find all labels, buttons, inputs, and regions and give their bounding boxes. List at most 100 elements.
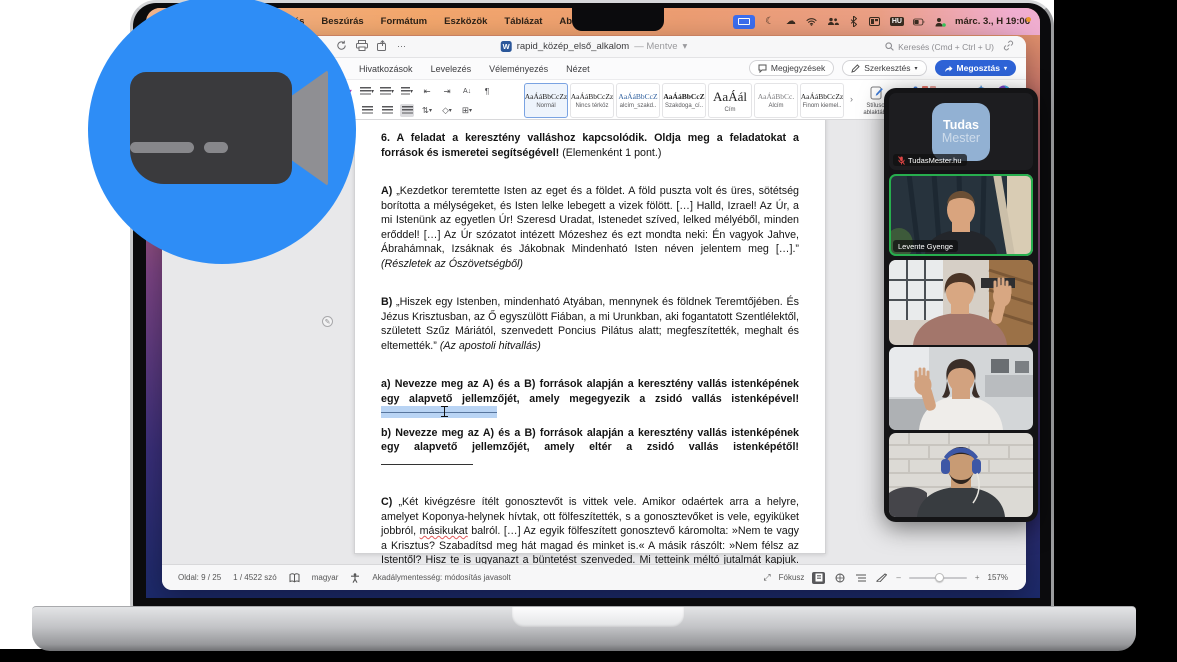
- menu-bar-clock[interactable]: márc. 3., H 19:06: [955, 16, 1030, 27]
- style-sample: AaÁáBbCcZz: [525, 92, 567, 101]
- style-finom-kiemel-[interactable]: AaÁáBbCcZzFinom kiemel..: [800, 83, 844, 118]
- zoom-slider-knob[interactable]: [935, 573, 944, 582]
- doc-paragraph-5: b) Nevezze meg az A) és a B) források al…: [381, 426, 799, 470]
- autosave-sync-icon[interactable]: [336, 40, 347, 53]
- doc-paragraph-3: B) „Hiszek egy Istenben, mindenható Atyá…: [381, 295, 799, 353]
- menu-item-4[interactable]: Eszközök: [444, 16, 487, 27]
- print-layout-view-button[interactable]: [812, 572, 825, 584]
- search-box[interactable]: Keresés (Cmd + Ctrl + U): [885, 42, 994, 52]
- answer-blank-selected[interactable]: [381, 406, 497, 418]
- align-center-button[interactable]: [360, 104, 374, 117]
- align-right-button[interactable]: [380, 104, 394, 117]
- bluetooth-icon[interactable]: [848, 16, 860, 28]
- participant-tile-4[interactable]: [889, 347, 1033, 430]
- focus-expand-icon[interactable]: ⤢: [763, 572, 770, 583]
- styles-pane-icon: [870, 85, 885, 100]
- tudasmester-logo: Tudas Mester: [932, 103, 990, 161]
- justify-button[interactable]: [400, 104, 414, 117]
- document-page[interactable]: 6. A feladat a keresztény valláshoz kapc…: [354, 120, 826, 554]
- share-icon[interactable]: [377, 40, 388, 53]
- wifi-icon[interactable]: [806, 16, 818, 28]
- menu-item-5[interactable]: Táblázat: [504, 16, 542, 27]
- shading-button[interactable]: ◇▾: [440, 104, 454, 117]
- keyboard-layout-badge[interactable]: HU: [890, 17, 904, 26]
- ribbon-tab-nézet[interactable]: Nézet: [566, 64, 590, 74]
- zoom-out-button[interactable]: –: [896, 573, 900, 582]
- outline-view-button[interactable]: [854, 572, 867, 584]
- pilcrow-button[interactable]: ¶: [480, 85, 494, 98]
- document-title[interactable]: W rapid_közép_első_alkalom — Mentve ▾: [501, 41, 688, 52]
- spellcheck-icon[interactable]: [289, 573, 300, 583]
- answer-blank[interactable]: [381, 455, 473, 465]
- style-szakdoga-c-[interactable]: AaÁáBbCcZSzakdoga_cí..: [662, 83, 706, 118]
- editing-mode-button[interactable]: Szerkesztés▾: [842, 60, 926, 76]
- word-count[interactable]: 1 / 4522 szó: [233, 573, 277, 582]
- zoom-participants-panel[interactable]: Tudas Mester TudasMester.hu: [884, 88, 1038, 522]
- immersive-reader-button[interactable]: [833, 572, 846, 584]
- increase-indent-button[interactable]: ⇥: [440, 85, 454, 98]
- ribbon-actions: Megjegyzések Szerkesztés▾ Megosztás▾: [749, 60, 1016, 76]
- style-alc-m[interactable]: AaÁáBbCc.Alcím: [754, 83, 798, 118]
- menu-item-3[interactable]: Formátum: [381, 16, 427, 27]
- sort-button[interactable]: A↓: [460, 85, 474, 98]
- copy-link-icon[interactable]: [1003, 40, 1014, 53]
- margin-annotation-icon[interactable]: ✎: [322, 316, 333, 327]
- word-app-icon: W: [501, 41, 512, 52]
- participant-tile-levente[interactable]: Levente Gyenge: [889, 174, 1033, 256]
- ribbon-tab-véleményezés[interactable]: Véleményezés: [489, 64, 548, 74]
- focus-label[interactable]: Fókusz: [779, 573, 805, 582]
- user-status-icon[interactable]: [934, 16, 946, 28]
- ribbon-tab-levelezés[interactable]: Levelezés: [431, 64, 472, 74]
- laptop-thumb-scoop: [512, 607, 684, 627]
- style-alc-m-szakd-[interactable]: AaÁáBbCcZalcím_szakd..: [616, 83, 660, 118]
- accessibility-status[interactable]: Akadálymentesség: módosítás javasolt: [372, 573, 510, 582]
- window-tiles-icon[interactable]: [869, 16, 881, 28]
- text-cursor: [441, 405, 448, 418]
- participant-tile-brand[interactable]: Tudas Mester TudasMester.hu: [889, 93, 1033, 170]
- laptop-base: [32, 606, 1136, 651]
- battery-icon: [913, 16, 925, 28]
- doc-text-run: B): [381, 296, 396, 308]
- style-label: Finom kiemel..: [802, 103, 841, 109]
- cloud-icon[interactable]: ☁: [785, 16, 797, 28]
- screen-mirroring-icon[interactable]: [733, 15, 755, 29]
- style-sample: AaÁáBbCcZ: [663, 92, 704, 101]
- style-label: Nincs térköz: [575, 103, 608, 109]
- participant-video: [889, 433, 1033, 517]
- decrease-indent-button[interactable]: ⇤: [420, 85, 434, 98]
- comments-button[interactable]: Megjegyzések: [749, 60, 834, 76]
- style-sample: AaÁáBbCcZz: [571, 92, 613, 101]
- do-not-disturb-icon[interactable]: ☾: [764, 16, 776, 28]
- search-label: Keresés (Cmd + Ctrl + U): [898, 42, 994, 52]
- draft-view-button[interactable]: [875, 572, 888, 584]
- doc-text-run: (Az apostoli hitvallás): [440, 340, 541, 352]
- numbered-list-button[interactable]: ▾: [380, 85, 394, 98]
- share-document-button[interactable]: Megosztás▾: [935, 60, 1016, 76]
- doc-paragraph-1: 6. A feladat a keresztény valláshoz kapc…: [381, 131, 799, 160]
- multilevel-list-button[interactable]: ▾: [400, 85, 414, 98]
- zoom-slider[interactable]: [909, 577, 967, 579]
- comment-icon: [758, 64, 767, 73]
- style-c-m[interactable]: AaÁálCím: [708, 83, 752, 118]
- participant-tile-3[interactable]: [889, 260, 1033, 345]
- paragraph-format-cluster: A▾ ▾ ▾ ▾ ⇤ ⇥ A↓ ¶ ⇅▾: [340, 83, 540, 117]
- style-nincs-t-rk-z[interactable]: AaÁáBbCcZz Nincs térköz: [570, 83, 614, 118]
- participant-tile-5[interactable]: [889, 433, 1033, 517]
- line-spacing-button[interactable]: ⇅▾: [420, 104, 434, 117]
- menu-item-2[interactable]: Beszúrás: [321, 16, 363, 27]
- bullet-list-button[interactable]: ▾: [360, 85, 374, 98]
- camera-indicator-dot: [1026, 17, 1031, 22]
- pencil-icon: [851, 64, 860, 73]
- zoom-percent[interactable]: 157%: [988, 573, 1008, 582]
- users-icon[interactable]: [827, 16, 839, 28]
- more-options-icon[interactable]: ⋯: [397, 41, 407, 52]
- style-norm-l[interactable]: AaÁáBbCcZzNormál: [524, 83, 568, 118]
- language-indicator[interactable]: magyar: [312, 573, 339, 582]
- ribbon-tab-hivatkozások[interactable]: Hivatkozások: [359, 64, 413, 74]
- page-count[interactable]: Oldal: 9 / 25: [178, 573, 221, 582]
- gallery-expand-icon[interactable]: ›: [850, 94, 853, 104]
- borders-button[interactable]: ⊞▾: [460, 104, 474, 117]
- print-icon[interactable]: [356, 40, 368, 53]
- document-body: 6. A feladat a keresztény valláshoz kapc…: [381, 131, 799, 564]
- zoom-in-button[interactable]: +: [975, 573, 980, 582]
